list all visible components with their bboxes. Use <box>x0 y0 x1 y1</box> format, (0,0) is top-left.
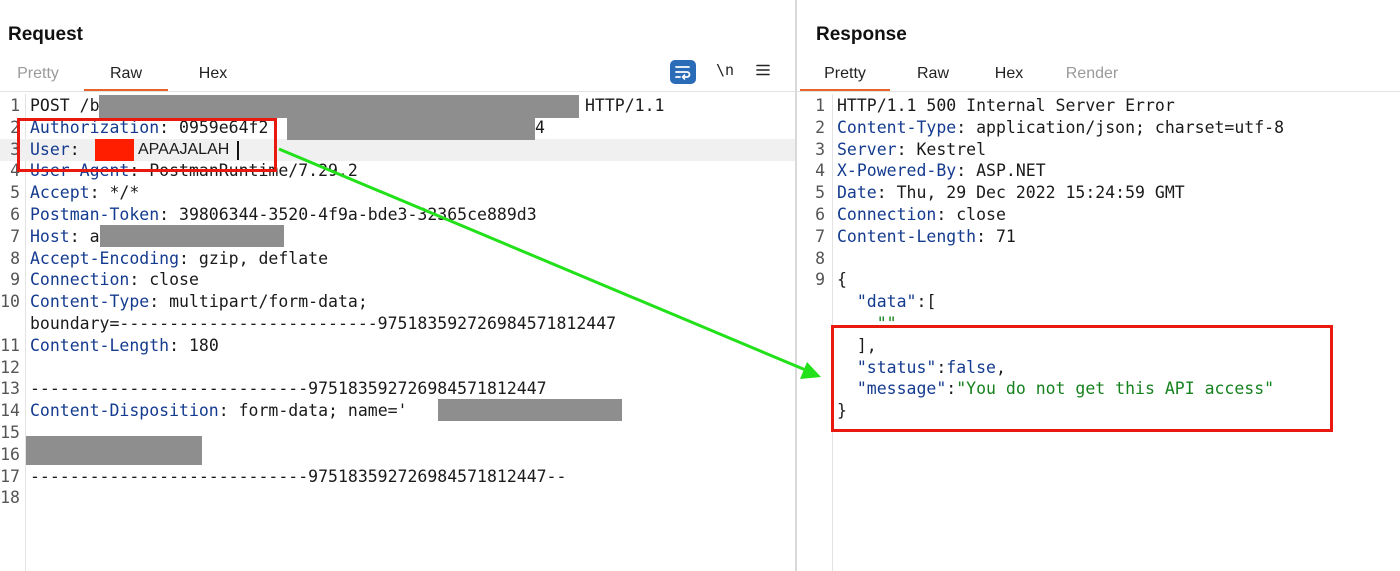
response-line: 7 Content-Length: 71 <box>797 226 1400 248</box>
response-tabs: Pretty Raw Hex Render <box>800 62 1130 92</box>
authorization-suffix-text: 4 <box>535 118 545 137</box>
line-number: 1 <box>815 96 825 115</box>
response-line-text: { <box>837 270 847 290</box>
request-tab-pretty[interactable]: Pretty <box>8 62 68 92</box>
request-line: 6 Postman-Token: 39806344-3520-4f9a-bde3-… <box>0 204 796 226</box>
line-number: 7 <box>10 226 20 246</box>
request-line-text: Content-Type: multipart/form-data; <box>30 292 368 312</box>
line-number: 1 <box>10 96 20 115</box>
line-number: 6 <box>815 205 825 224</box>
line-number: 8 <box>815 248 825 268</box>
response-line-text: Connection: close <box>837 205 1006 224</box>
response-line-text: Content-Length: 71 <box>837 226 1016 246</box>
response-line: 1 HTTP/1.1 500 Internal Server Error <box>797 95 1400 117</box>
line-number: 17 <box>0 466 20 486</box>
request-tab-hex[interactable]: Hex <box>184 62 242 92</box>
request-line: 9 Connection: close <box>0 269 796 291</box>
line-number: 7 <box>815 226 825 246</box>
response-line-text: Date: Thu, 29 Dec 2022 15:24:59 GMT <box>837 183 1185 203</box>
request-line: boundary=--------------------------97518… <box>0 313 796 335</box>
show-newlines-button[interactable]: \n <box>716 61 734 79</box>
response-line: 6 Connection: close <box>797 204 1400 226</box>
request-line-text: Host: a <box>30 226 100 246</box>
response-title: Response <box>816 24 907 45</box>
request-line: 11 Content-Length: 180 <box>0 335 796 357</box>
redacted-authorization <box>287 118 535 140</box>
response-tab-render[interactable]: Render <box>1054 62 1130 92</box>
response-line: 5 Date: Thu, 29 Dec 2022 15:24:59 GMT <box>797 182 1400 204</box>
line-number: 12 <box>0 357 20 377</box>
request-line: 17 ----------------------------9751835927… <box>0 466 796 488</box>
response-line-text: HTTP/1.1 500 Internal Server Error <box>837 96 1175 115</box>
user-header-annotation-box <box>17 118 277 172</box>
response-panel: Response Pretty Raw Hex Render 1 HTTP/1.1 50… <box>797 0 1400 571</box>
line-number: 2 <box>815 117 825 137</box>
response-tab-raw[interactable]: Raw <box>904 62 962 92</box>
request-line: 8 Accept-Encoding: gzip, deflate <box>0 248 796 270</box>
line-number: 5 <box>10 183 20 203</box>
request-tabs: Pretty Raw Hex <box>0 62 242 92</box>
response-tab-pretty[interactable]: Pretty <box>800 62 890 92</box>
line-number: 16 <box>0 444 20 464</box>
line-number: 9 <box>815 270 825 290</box>
request-line-text: ----------------------------975183592726… <box>30 379 547 399</box>
request-tab-raw[interactable]: Raw <box>84 62 168 92</box>
response-line-text: Server: Kestrel <box>837 139 987 159</box>
line-number: 9 <box>10 270 20 290</box>
redacted-host <box>100 225 284 247</box>
response-tabs-divider <box>797 91 1400 92</box>
request-line: 18 <box>0 487 796 509</box>
request-line: 13 ----------------------------9751835927… <box>0 378 796 400</box>
redacted-body-value <box>26 436 202 465</box>
request-line: 12 <box>0 357 796 379</box>
line-number: 3 <box>815 139 825 159</box>
request-line-text: ----------------------------975183592726… <box>30 466 567 486</box>
response-tab-hex[interactable]: Hex <box>982 62 1036 92</box>
response-line: 3 Server: Kestrel <box>797 139 1400 161</box>
line-number: 10 <box>0 292 20 312</box>
request-panel: Request Pretty Raw Hex \n 1 POST /b 2 Authori… <box>0 0 796 571</box>
request-line-text: POST /b <box>30 96 100 115</box>
line-number: 4 <box>815 161 825 181</box>
response-json-line-text: "data":[ <box>856 292 937 312</box>
line-number: 11 <box>0 335 20 355</box>
line-number: 13 <box>0 379 20 399</box>
request-line-text: Accept: */* <box>30 183 140 203</box>
line-number: 6 <box>10 205 20 224</box>
response-json-line: "data":[ <box>797 291 1400 313</box>
request-line-text: Content-Length: 180 <box>30 335 219 355</box>
http-version-text: HTTP/1.1 <box>585 96 665 115</box>
response-line: 4 X-Powered-By: ASP.NET <box>797 160 1400 182</box>
line-number: 14 <box>0 401 20 421</box>
request-line-text: Accept-Encoding: gzip, deflate <box>30 248 329 268</box>
request-line-text: boundary=--------------------------97518… <box>30 314 617 333</box>
request-title: Request <box>8 24 83 45</box>
request-line-text: Content-Disposition: form-data; name=' <box>30 401 408 421</box>
request-line: 14 Content-Disposition: form-data; name=' <box>0 400 796 422</box>
request-line-text: Postman-Token: 39806344-3520-4f9a-bde3-3… <box>30 205 537 224</box>
request-line-text: Connection: close <box>30 270 199 290</box>
request-tabs-divider <box>0 91 796 92</box>
request-line: 5 Accept: */* <box>0 182 796 204</box>
redacted-field-name <box>438 399 622 421</box>
response-line-text: Content-Type: application/json; charset=… <box>837 117 1285 137</box>
response-line: 8 <box>797 248 1400 270</box>
line-number: 18 <box>0 488 20 508</box>
line-number: 15 <box>0 423 20 442</box>
menu-icon[interactable] <box>756 63 770 81</box>
request-line: 10 Content-Type: multipart/form-data; <box>0 291 796 313</box>
wrap-lines-icon[interactable] <box>670 60 696 84</box>
response-line: 2 Content-Type: application/json; charset… <box>797 117 1400 139</box>
line-number: 5 <box>815 183 825 203</box>
response-line-text: X-Powered-By: ASP.NET <box>837 161 1046 181</box>
redacted-path <box>99 95 579 118</box>
json-response-annotation-box <box>831 325 1333 432</box>
response-line: 9{ <box>797 269 1400 291</box>
line-number: 8 <box>10 248 20 268</box>
